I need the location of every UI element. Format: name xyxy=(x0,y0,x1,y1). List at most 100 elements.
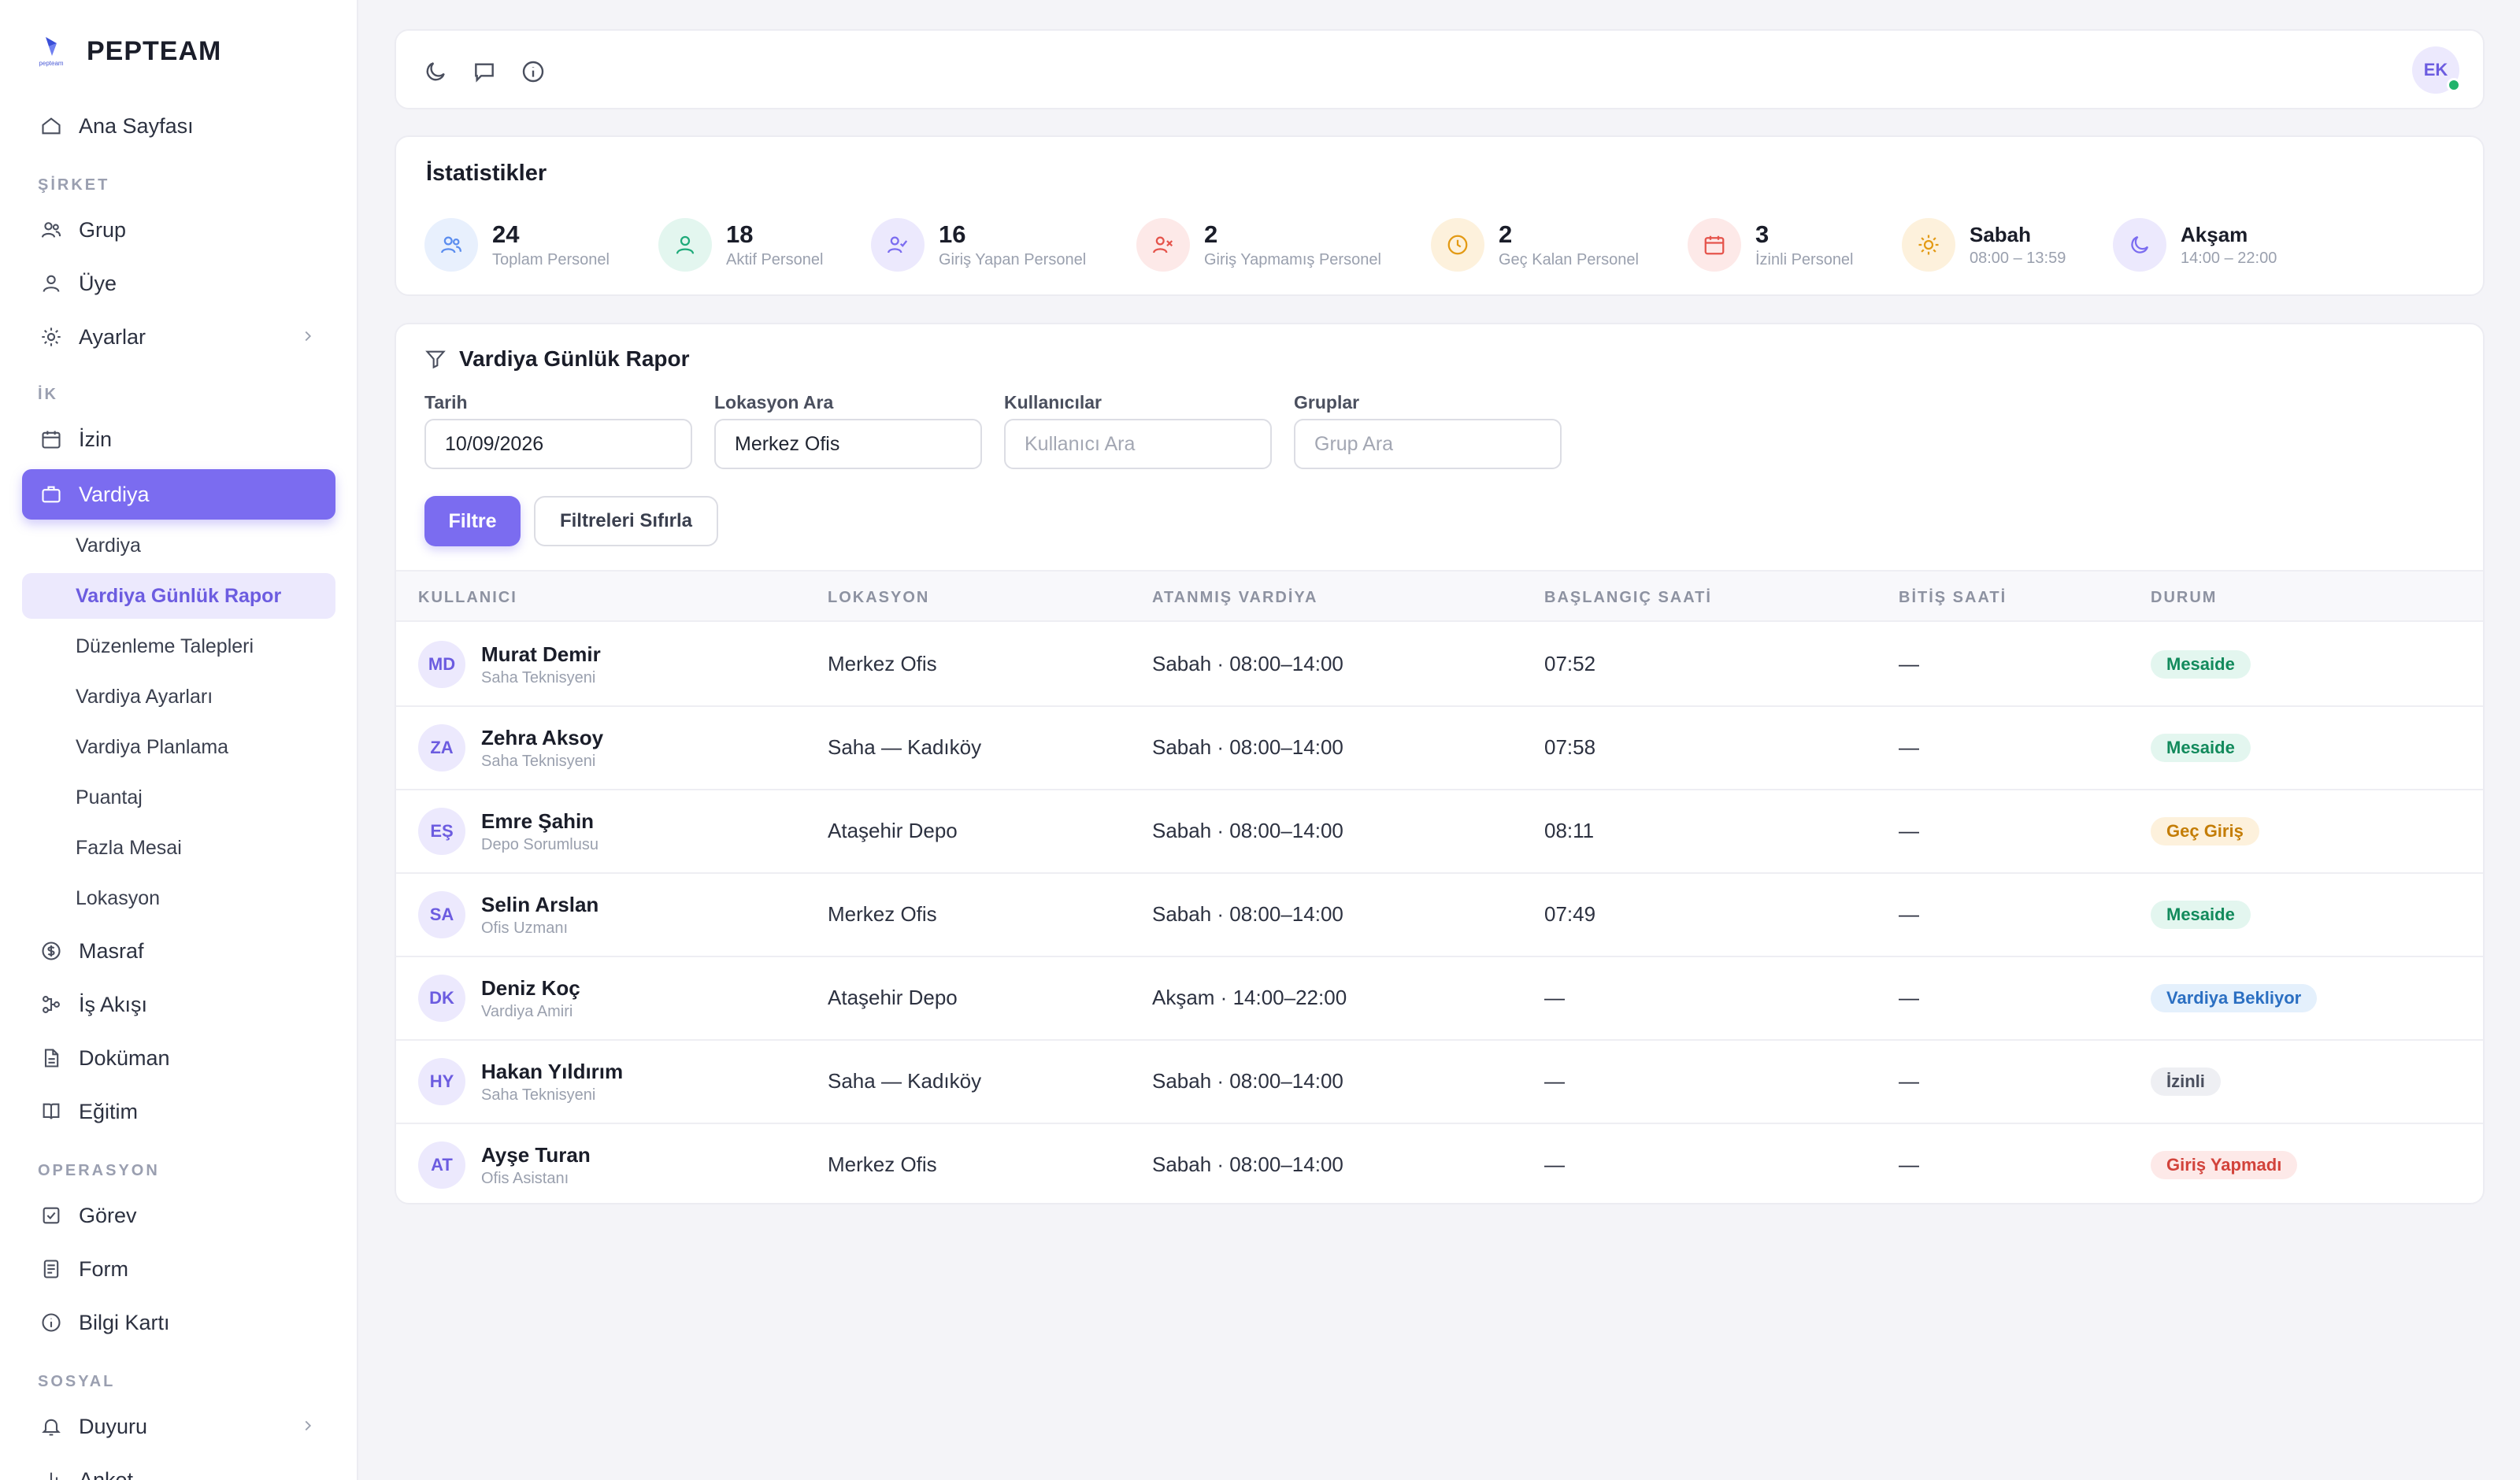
book-icon xyxy=(39,1100,63,1123)
sidebar-subitem-vardiya[interactable]: Vardiya xyxy=(22,523,335,568)
sidebar-item-masraf[interactable]: Masraf xyxy=(22,926,335,976)
sidebar-subitem-label: Düzenleme Talepleri xyxy=(76,635,254,657)
table-row[interactable]: HY Hakan Yıldırım Saha Teknisyeni Saha — Ka… xyxy=(396,1041,2483,1124)
sidebar-subitem-planlama[interactable]: Vardiya Planlama xyxy=(22,724,335,770)
table-row[interactable]: EŞ Emre Şahin Depo Sorumlusu Ataşehir Depo S… xyxy=(396,790,2483,874)
sidebar-subitem-label: Lokasyon xyxy=(76,886,161,909)
column-header-end[interactable]: BİTİŞ SAATİ xyxy=(1899,589,2007,607)
bell-icon xyxy=(39,1415,63,1438)
user-avatar[interactable]: EK xyxy=(2412,46,2461,94)
user-check-icon xyxy=(871,218,925,272)
user-icon xyxy=(658,218,712,272)
sidebar-item-label: Üye xyxy=(79,271,117,295)
sidebar-item-duyuru[interactable]: Duyuru xyxy=(22,1401,335,1452)
table-row[interactable]: SA Selin Arslan Ofis Uzmanı Merkez Ofis Saba… xyxy=(396,874,2483,957)
sidebar-item-uye[interactable]: Üye xyxy=(22,258,335,309)
avatar-initials: EŞ xyxy=(430,821,454,841)
start-time-cell: — xyxy=(1544,1153,1565,1176)
brand-logo-text: pepteam xyxy=(39,60,64,67)
brand[interactable]: pepteam PEPTEAM xyxy=(32,31,221,71)
sidebar-item-dokuman[interactable]: Doküman xyxy=(22,1033,335,1083)
user-name[interactable]: Deniz Koç xyxy=(481,976,580,1001)
shift-cell: Sabah · 08:00–14:00 xyxy=(1152,1069,1343,1093)
document-icon xyxy=(39,1046,63,1070)
section-label-sirket: ŞİRKET xyxy=(38,176,110,194)
table-row[interactable]: AT Ayşe Turan Ofis Asistanı Merkez Ofis Saba… xyxy=(396,1124,2483,1203)
user-role: Depo Sorumlusu xyxy=(481,836,598,853)
stat-value: 16 xyxy=(939,220,966,248)
reset-filters-button[interactable]: Filtreleri Sıfırla xyxy=(534,496,718,546)
sidebar-item-label: Doküman xyxy=(79,1045,170,1070)
avatar: AT xyxy=(418,1141,465,1189)
clock-icon xyxy=(1431,218,1484,272)
stat-morning-shift: Sabah 08:00 – 13:59 xyxy=(1902,217,2066,272)
sidebar-item-egitim[interactable]: Eğitim xyxy=(22,1086,335,1137)
user-name[interactable]: Emre Şahin xyxy=(481,809,594,834)
user-role: Vardiya Amiri xyxy=(481,1003,573,1020)
sidebar-item-bilgi-karti[interactable]: Bilgi Kartı xyxy=(22,1297,335,1348)
status-badge: Vardiya Bekliyor xyxy=(2151,984,2318,1012)
user-x-icon xyxy=(1136,218,1190,272)
groups-label: Gruplar xyxy=(1294,392,1360,413)
status-badge: Mesaide xyxy=(2151,901,2251,929)
info-icon[interactable] xyxy=(521,59,546,84)
stats-card: İstatistikler 24 Toplam Personel 18 Aktif … xyxy=(395,135,2485,296)
sidebar-subitem-lokasyon[interactable]: Lokasyon xyxy=(22,875,335,921)
location-cell: Merkez Ofis xyxy=(828,902,937,926)
briefcase-icon xyxy=(39,483,63,506)
moon-icon xyxy=(2113,218,2166,272)
stat-late: 2 Geç Kalan Personel xyxy=(1431,217,1639,272)
date-label: Tarih xyxy=(424,392,468,413)
top-bar: EK xyxy=(395,29,2485,109)
table-row[interactable]: DK Deniz Koç Vardiya Amiri Ataşehir Depo Akş… xyxy=(396,957,2483,1041)
user-name[interactable]: Murat Demir xyxy=(481,642,601,667)
moon-icon[interactable] xyxy=(423,59,448,84)
sidebar-item-vardiya[interactable]: Vardiya xyxy=(22,469,335,520)
user-name[interactable]: Selin Arslan xyxy=(481,893,598,917)
column-header-status[interactable]: DURUM xyxy=(2151,589,2217,607)
groups-search-input[interactable] xyxy=(1294,419,1562,469)
sidebar-subitem-label: Puantaj xyxy=(76,786,143,808)
shift-cell: Sabah · 08:00–14:00 xyxy=(1152,652,1343,675)
table-row[interactable]: ZA Zehra Aksoy Saha Teknisyeni Saha — Kadık… xyxy=(396,707,2483,790)
column-header-location[interactable]: LOKASYON xyxy=(828,589,929,607)
user-name[interactable]: Zehra Aksoy xyxy=(481,726,603,750)
user-name[interactable]: Hakan Yıldırım xyxy=(481,1060,623,1084)
start-time-cell: 07:58 xyxy=(1544,735,1596,759)
sidebar-item-is-akisi[interactable]: İş Akışı xyxy=(22,979,335,1030)
column-header-start[interactable]: BAŞLANGIÇ SAATİ xyxy=(1544,589,1712,607)
sidebar-item-label: Vardiya xyxy=(79,482,150,506)
end-time-cell: — xyxy=(1899,652,1919,675)
filter-button[interactable]: Filtre xyxy=(424,496,521,546)
sidebar-item-form[interactable]: Form xyxy=(22,1244,335,1294)
sidebar-subitem-gunluk-rapor[interactable]: Vardiya Günlük Rapor xyxy=(22,573,335,619)
sidebar-item-ayarlar[interactable]: Ayarlar xyxy=(22,312,335,362)
sidebar-item-label: Masraf xyxy=(79,938,144,963)
date-input[interactable] xyxy=(424,419,692,469)
sidebar-subitem-label: Vardiya Ayarları xyxy=(76,685,213,708)
sidebar-subitem-ayarlar[interactable]: Vardiya Ayarları xyxy=(22,674,335,720)
sidebar-item-izin[interactable]: İzin xyxy=(22,414,335,464)
sidebar-item-home[interactable]: Ana Sayfası xyxy=(22,101,335,151)
filter-icon xyxy=(424,348,447,370)
sidebar-subitem-puantaj[interactable]: Puantaj xyxy=(22,775,335,820)
sidebar-subitem-duzenleme[interactable]: Düzenleme Talepleri xyxy=(22,623,335,669)
column-header-user[interactable]: KULLANICI xyxy=(418,589,517,607)
column-header-shift[interactable]: ATANMIŞ VARDİYA xyxy=(1152,589,1317,607)
user-name[interactable]: Ayşe Turan xyxy=(481,1143,591,1167)
avatar: MD xyxy=(418,641,465,688)
sidebar-item-grup[interactable]: Grup xyxy=(22,205,335,255)
chat-icon[interactable] xyxy=(472,59,497,84)
stat-value: 2 xyxy=(1499,220,1513,248)
user-role: Ofis Uzmanı xyxy=(481,919,569,937)
users-icon xyxy=(39,218,63,242)
checkbox-icon xyxy=(39,1204,63,1227)
section-label-ik: İK xyxy=(38,386,58,403)
location-input[interactable] xyxy=(714,419,982,469)
sidebar-item-anket[interactable]: Anket xyxy=(22,1455,335,1480)
sidebar-item-label: Eğitim xyxy=(79,1099,139,1123)
sidebar-subitem-fazla-mesai[interactable]: Fazla Mesai xyxy=(22,825,335,871)
table-row[interactable]: MD Murat Demir Saha Teknisyeni Merkez Ofis S… xyxy=(396,623,2483,707)
users-search-input[interactable] xyxy=(1004,419,1272,469)
sidebar-item-gorev[interactable]: Görev xyxy=(22,1190,335,1241)
